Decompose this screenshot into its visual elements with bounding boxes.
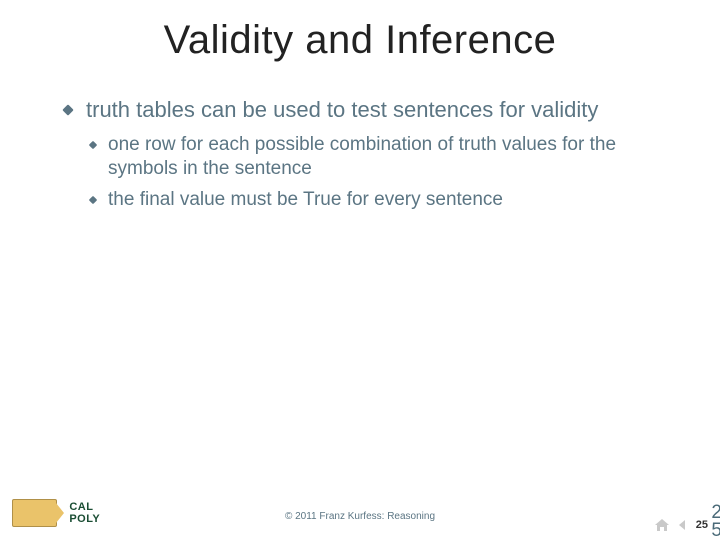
diamond-bullet-icon (89, 140, 97, 148)
side-page-number: 2 5 (711, 504, 720, 540)
bullet-level1: truth tables can be used to test sentenc… (64, 96, 660, 125)
bullet-text: truth tables can be used to test sentenc… (86, 96, 598, 125)
bullet-text: the final value must be True for every s… (108, 188, 503, 213)
diamond-bullet-icon (62, 104, 73, 115)
sub-bullet-group: one row for each possible combination of… (90, 133, 660, 213)
page-number: 25 (694, 519, 710, 531)
bullet-level2: one row for each possible combination of… (90, 133, 660, 182)
bullet-level2: the final value must be True for every s… (90, 188, 660, 213)
slide-title: Validity and Inference (0, 18, 720, 63)
slide-body: truth tables can be used to test sentenc… (64, 96, 660, 219)
copyright-text: © 2011 Franz Kurfess: Reasoning (0, 511, 720, 522)
diamond-bullet-icon (89, 196, 97, 204)
home-icon[interactable] (654, 518, 670, 532)
bullet-text: one row for each possible combination of… (108, 133, 660, 182)
prev-arrow-icon[interactable] (676, 519, 688, 531)
slide-nav: 25 (654, 518, 710, 532)
slide: Validity and Inference truth tables can … (0, 0, 720, 540)
side-num-bottom: 5 (711, 522, 720, 540)
